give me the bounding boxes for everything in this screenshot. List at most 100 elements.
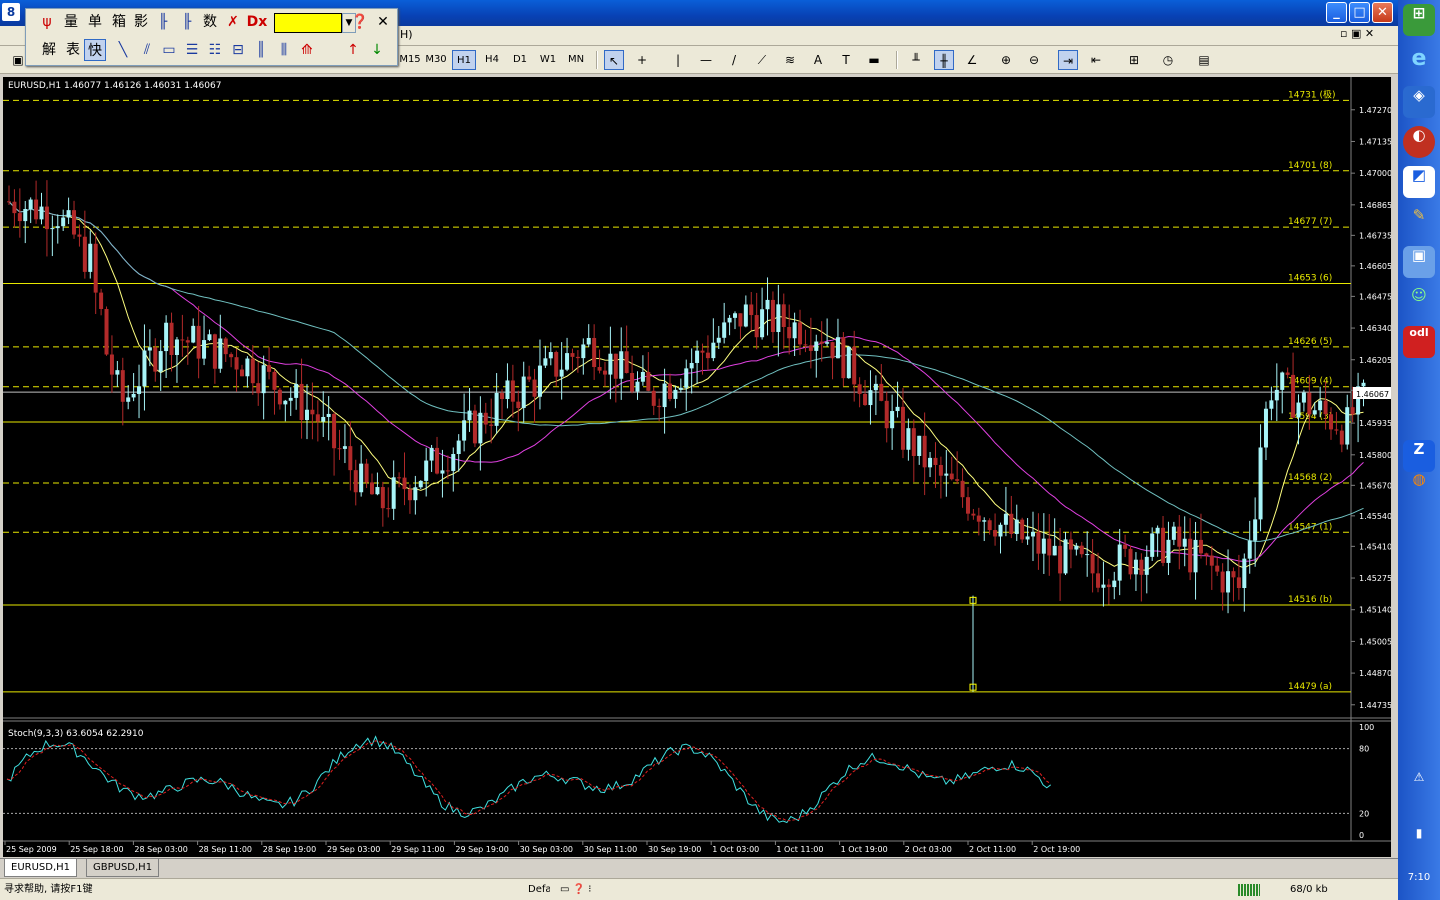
line-tool-icon[interactable]: ╲ <box>112 39 134 61</box>
cross-tool-icon[interactable]: ✗ <box>222 11 244 33</box>
channel-icon[interactable]: ≋ <box>780 50 800 70</box>
crosshair-icon[interactable]: + <box>632 50 652 70</box>
candle-body <box>1350 407 1355 415</box>
inner-window-controls[interactable]: ▫ ▣ ✕ <box>1340 27 1374 40</box>
timeframe-d1[interactable]: D1 <box>508 50 532 70</box>
media-player-icon[interactable]: ◐ <box>1403 126 1435 158</box>
tab-gbpusd[interactable]: GBPUSD,H1 <box>86 859 160 877</box>
internet-explorer-icon[interactable]: e <box>1403 46 1435 78</box>
paint-icon[interactable]: ✎ <box>1403 206 1435 238</box>
firefox-icon[interactable]: ◍ <box>1403 470 1435 502</box>
checker-icon[interactable]: ◩ <box>1403 166 1435 198</box>
minimize-button[interactable]: _ <box>1326 2 1347 23</box>
toolbar-close-button[interactable]: ✕ <box>372 11 394 33</box>
timeframe-h1[interactable]: H1 <box>452 50 476 70</box>
cycles-tool-icon[interactable]: ⫼ <box>273 39 295 61</box>
tool-button-3[interactable]: 箱 <box>108 11 130 33</box>
candle-body <box>66 210 71 218</box>
tool-button-7[interactable]: 表 <box>62 39 84 61</box>
arrow-icon[interactable]: ▬ <box>864 50 884 70</box>
question-icon[interactable]: ❓ <box>349 11 371 33</box>
candle-body <box>1242 558 1247 588</box>
fib-label: 14677 (7) <box>1288 217 1332 227</box>
app-shortcut-icon[interactable]: ◈ <box>1403 86 1435 118</box>
time-tick-label: 30 Sep 03:00 <box>520 845 573 854</box>
color-picker[interactable] <box>274 13 342 33</box>
tab-eurusd[interactable]: EURUSD,H1 <box>4 859 78 877</box>
bars2-tool-icon[interactable]: ╟ <box>176 11 198 33</box>
levels-tool-icon[interactable]: ☰ <box>181 39 203 61</box>
window-icon[interactable]: ▣ <box>1403 246 1435 278</box>
bar-chart-icon[interactable]: ╨ <box>906 50 926 70</box>
chart-shift-icon[interactable]: ⇤ <box>1086 50 1106 70</box>
users-icon[interactable]: ☺ <box>1403 286 1435 318</box>
rectangle-tool-icon[interactable]: ▭ <box>158 39 180 61</box>
tool-button-4[interactable]: 影 <box>130 11 152 33</box>
menu-item-help[interactable]: H) <box>400 28 413 41</box>
periods-icon[interactable]: ◷ <box>1158 50 1178 70</box>
tool-button-5[interactable]: 数 <box>199 11 221 33</box>
line-chart-icon[interactable]: ∠ <box>962 50 982 70</box>
zoom-in-icon[interactable]: ⊕ <box>996 50 1016 70</box>
double-line-tool-icon[interactable]: ⫽ <box>136 39 158 61</box>
candle-body <box>516 401 521 408</box>
indicators-icon[interactable]: ⊞ <box>1124 50 1144 70</box>
timeframe-m15[interactable]: M15 <box>398 50 422 70</box>
tool-button-6[interactable]: 解 <box>38 39 60 61</box>
status-icons[interactable]: ▭ ❓ ⁝ <box>560 883 591 897</box>
arrow-up-icon[interactable]: ↑ <box>342 39 364 61</box>
trendline-icon[interactable]: / <box>724 50 744 70</box>
zoom-out-icon[interactable]: ⊖ <box>1024 50 1044 70</box>
tray-icons-2[interactable]: ▮ <box>1403 826 1435 858</box>
candle-body <box>1285 372 1290 375</box>
close-button[interactable]: ✕ <box>1372 2 1393 23</box>
bars-tool-icon[interactable]: ╟ <box>152 11 174 33</box>
maximize-button[interactable]: □ <box>1349 2 1370 23</box>
candle-body <box>835 337 840 359</box>
arrow-fan-icon[interactable]: ⟰ <box>296 39 318 61</box>
grid-tool-icon[interactable]: ⊟ <box>227 39 249 61</box>
candle-body <box>17 213 22 222</box>
candle-body <box>1079 545 1084 555</box>
connection-bars-icon <box>1238 884 1260 896</box>
odl-icon[interactable]: odl <box>1403 326 1435 358</box>
auto-scroll-icon[interactable]: ⇥ <box>1058 50 1078 70</box>
status-profile[interactable]: Default <box>528 883 550 897</box>
candle-body <box>1258 447 1263 520</box>
price-tick-label: 1.46340 <box>1359 324 1391 333</box>
fibonacci-fan-icon[interactable]: ⟋ <box>752 50 772 70</box>
timeframe-m30[interactable]: M30 <box>424 50 448 70</box>
templates-icon[interactable]: ▤ <box>1194 50 1214 70</box>
tray-icons[interactable]: ⚠ <box>1403 770 1435 802</box>
timeframe-h4[interactable]: H4 <box>480 50 504 70</box>
candle-tool-icon[interactable]: ψ <box>36 11 58 33</box>
candle-body <box>586 337 591 345</box>
taskbar-app-icon[interactable]: Z <box>1403 440 1435 472</box>
horizontal-line-icon[interactable]: — <box>696 50 716 70</box>
candle-body <box>153 347 158 372</box>
price-tick-label: 1.44735 <box>1359 701 1391 710</box>
arrow-down-icon[interactable]: ↓ <box>366 39 388 61</box>
windows-logo-icon[interactable]: ⊞ <box>1403 4 1435 36</box>
price-chart[interactable]: 14731 (极) 14701 (8) 14677 (7) 14653 (6) 1462… <box>3 77 1391 857</box>
candle-body <box>261 365 266 394</box>
price-tick-label: 1.45005 <box>1359 637 1391 646</box>
fib-label: 14626 (5) <box>1288 337 1332 347</box>
cursor-icon[interactable]: ↖ <box>604 50 624 70</box>
candle-body <box>61 217 66 227</box>
timeframe-mn[interactable]: MN <box>564 50 588 70</box>
dx-tool-icon[interactable]: Dx <box>246 11 268 33</box>
text-icon[interactable]: A <box>808 50 828 70</box>
vertical-line-icon[interactable]: | <box>668 50 688 70</box>
tool-button-8[interactable]: 快 <box>84 39 106 61</box>
tool-button-1[interactable]: 量 <box>60 11 82 33</box>
time-tick-label: 1 Oct 03:00 <box>712 845 759 854</box>
levels2-tool-icon[interactable]: ☷ <box>204 39 226 61</box>
candle-body <box>1182 538 1187 547</box>
label-icon[interactable]: T <box>836 50 856 70</box>
tool-button-2[interactable]: 单 <box>84 11 106 33</box>
vlines-tool-icon[interactable]: ║ <box>250 39 272 61</box>
timeframe-w1[interactable]: W1 <box>536 50 560 70</box>
candlestick-chart-icon[interactable]: ╫ <box>934 50 954 70</box>
fib-label: 14516 (b) <box>1288 595 1332 605</box>
